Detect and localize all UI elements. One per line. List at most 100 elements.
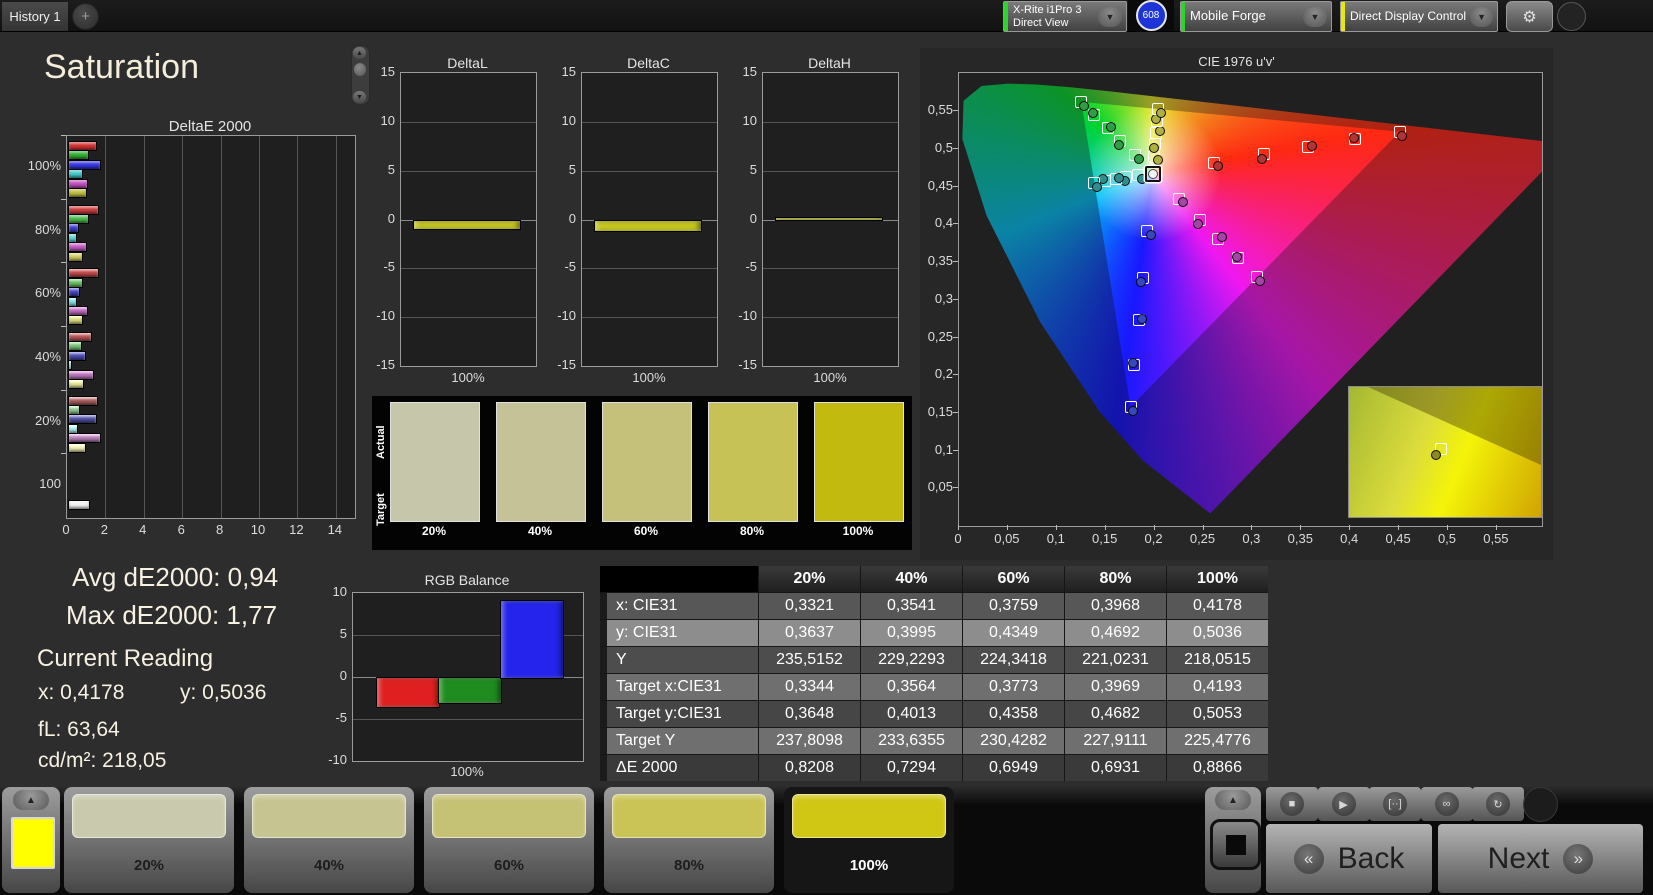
play-button[interactable]: ▶ bbox=[1318, 787, 1370, 821]
y-axis-tick-label: -10 bbox=[727, 308, 757, 323]
display-control-dropdown[interactable]: Direct Display Control ▼ bbox=[1340, 1, 1498, 32]
y-axis-tick-label: 100 bbox=[23, 476, 61, 491]
axis-tick bbox=[953, 337, 958, 338]
cie-1976-chart: CIE 1976 u'v' 0,050,10,150,20,250,30,350… bbox=[920, 48, 1553, 560]
x-axis-tick-label: 0,25 bbox=[1183, 531, 1223, 546]
gridline bbox=[182, 136, 183, 518]
chart-title: DeltaH bbox=[762, 55, 897, 71]
bar-yellow bbox=[68, 315, 83, 325]
next-button[interactable]: Next » bbox=[1438, 824, 1643, 893]
refresh-button[interactable]: ↻ bbox=[1472, 787, 1524, 821]
gridline bbox=[336, 136, 337, 518]
chevron-down-icon[interactable]: ▼ bbox=[1098, 7, 1122, 27]
y-axis-tick-label: 10 bbox=[365, 113, 395, 128]
table-cell: 0,8866 bbox=[1167, 755, 1268, 781]
x-axis-label: 100% bbox=[629, 370, 669, 385]
inactive-transport-button[interactable] bbox=[1523, 787, 1558, 822]
measured-point-cyan bbox=[1114, 173, 1124, 183]
stop-measure-button[interactable] bbox=[1210, 819, 1261, 870]
axis-tick bbox=[61, 262, 66, 263]
y-axis-tick-label: 5 bbox=[727, 162, 757, 177]
table-cell: 0,4692 bbox=[1065, 620, 1166, 646]
patch-tile-60%[interactable]: 60% bbox=[424, 787, 594, 893]
bar-blue bbox=[68, 414, 97, 424]
measured-point-cyan bbox=[1092, 182, 1102, 192]
x-axis-tick-label: 2 bbox=[84, 522, 124, 537]
expand-up-icon[interactable]: ▲ bbox=[1215, 790, 1251, 810]
top-bar: History 1 + X-Rite i1Pro 3Direct View ▼ … bbox=[0, 0, 1653, 32]
patch-tile-40%[interactable]: 40% bbox=[244, 787, 414, 893]
meter-dropdown[interactable]: X-Rite i1Pro 3Direct View ▼ bbox=[1003, 1, 1127, 32]
y-axis-tick-label: -10 bbox=[546, 308, 576, 323]
next-chevrons-icon: » bbox=[1563, 844, 1593, 874]
back-chevrons-icon: « bbox=[1294, 844, 1324, 874]
axis-tick bbox=[1496, 525, 1497, 530]
app-window: History 1 + X-Rite i1Pro 3Direct View ▼ … bbox=[0, 0, 1653, 895]
x-axis-tick-label: 14 bbox=[315, 522, 355, 537]
swatch-100% bbox=[814, 402, 904, 522]
table-cell: 0,3969 bbox=[1065, 674, 1166, 700]
gridline bbox=[144, 136, 145, 518]
range-button[interactable]: [··] bbox=[1369, 787, 1421, 821]
tab-history-1[interactable]: History 1 bbox=[2, 2, 68, 31]
gridline bbox=[259, 136, 260, 518]
patch-tile-80%[interactable]: 80% bbox=[604, 787, 774, 893]
y-axis-tick-label: 0,1 bbox=[920, 442, 953, 457]
next-label: Next bbox=[1488, 842, 1550, 876]
add-tab-button[interactable]: + bbox=[72, 3, 99, 30]
current-fl: fL: 63,64 bbox=[38, 718, 120, 742]
swatch-label: 40% bbox=[496, 524, 584, 538]
chevron-down-icon[interactable]: ▼ bbox=[1303, 7, 1327, 27]
meter-count-badge: 608 bbox=[1136, 0, 1167, 31]
delta-plot bbox=[400, 72, 537, 367]
axis-tick bbox=[953, 223, 958, 224]
gridline bbox=[353, 719, 583, 720]
x-axis-tick-label: 0 bbox=[46, 522, 86, 537]
back-button[interactable]: « Back bbox=[1266, 824, 1432, 893]
bar-yellow bbox=[68, 188, 87, 198]
current-reading-label: Current Reading bbox=[37, 645, 213, 673]
bar-red bbox=[68, 268, 99, 278]
play-icon: ▶ bbox=[1332, 792, 1356, 816]
partial-edge-button[interactable] bbox=[1557, 2, 1586, 31]
delta-lch-charts: DeltaL151050-5-10-15100%DeltaC151050-5-1… bbox=[365, 50, 910, 395]
patch-tile-100%[interactable]: 100% bbox=[784, 787, 954, 893]
y-axis-tick-label: 15 bbox=[365, 64, 395, 79]
measured-point-red bbox=[1257, 154, 1267, 164]
chart-title: DeltaC bbox=[581, 55, 716, 71]
gridline bbox=[297, 136, 298, 518]
x-axis-tick-label: 0,4 bbox=[1329, 531, 1369, 546]
chevron-down-icon[interactable]: ▼ bbox=[1470, 7, 1493, 27]
measured-point-green bbox=[1088, 108, 1098, 118]
y-axis-tick-label: -5 bbox=[546, 259, 576, 274]
x-axis-tick-label: 0,3 bbox=[1231, 531, 1271, 546]
table-cell: 0,4349 bbox=[963, 620, 1064, 646]
bar-white bbox=[68, 500, 90, 510]
table-row-label: Target y:CIE31 bbox=[600, 701, 758, 727]
axis-tick bbox=[1056, 525, 1057, 530]
y-axis-tick-label: -5 bbox=[365, 259, 395, 274]
x-axis-tick-label: 0,1 bbox=[1036, 531, 1076, 546]
axis-tick bbox=[953, 374, 958, 375]
source-dropdown[interactable]: Mobile Forge ▼ bbox=[1180, 1, 1332, 32]
loop-button[interactable]: ∞ bbox=[1421, 787, 1473, 821]
gridline bbox=[401, 122, 536, 123]
x-axis-tick-label: 0,35 bbox=[1280, 531, 1320, 546]
gridline bbox=[582, 171, 717, 172]
expand-up-icon[interactable]: ▲ bbox=[13, 790, 49, 810]
axis-tick bbox=[61, 135, 66, 136]
patch-label: 60% bbox=[424, 857, 594, 874]
cie-plot bbox=[958, 72, 1543, 527]
settings-button[interactable]: ⚙ bbox=[1506, 1, 1553, 32]
axis-tick bbox=[61, 390, 66, 391]
patch-swatch bbox=[72, 794, 226, 838]
table-cell: 0,3759 bbox=[963, 593, 1064, 619]
y-axis-tick-label: 5 bbox=[546, 162, 576, 177]
axis-tick bbox=[953, 487, 958, 488]
loop-icon: ∞ bbox=[1435, 792, 1459, 816]
patch-tile-20%[interactable]: 20% bbox=[64, 787, 234, 893]
gridline bbox=[221, 136, 222, 518]
y-axis-tick-label: 5 bbox=[365, 162, 395, 177]
stop-button[interactable]: ■ bbox=[1266, 787, 1318, 821]
y-axis-tick-label: 60% bbox=[23, 285, 61, 300]
